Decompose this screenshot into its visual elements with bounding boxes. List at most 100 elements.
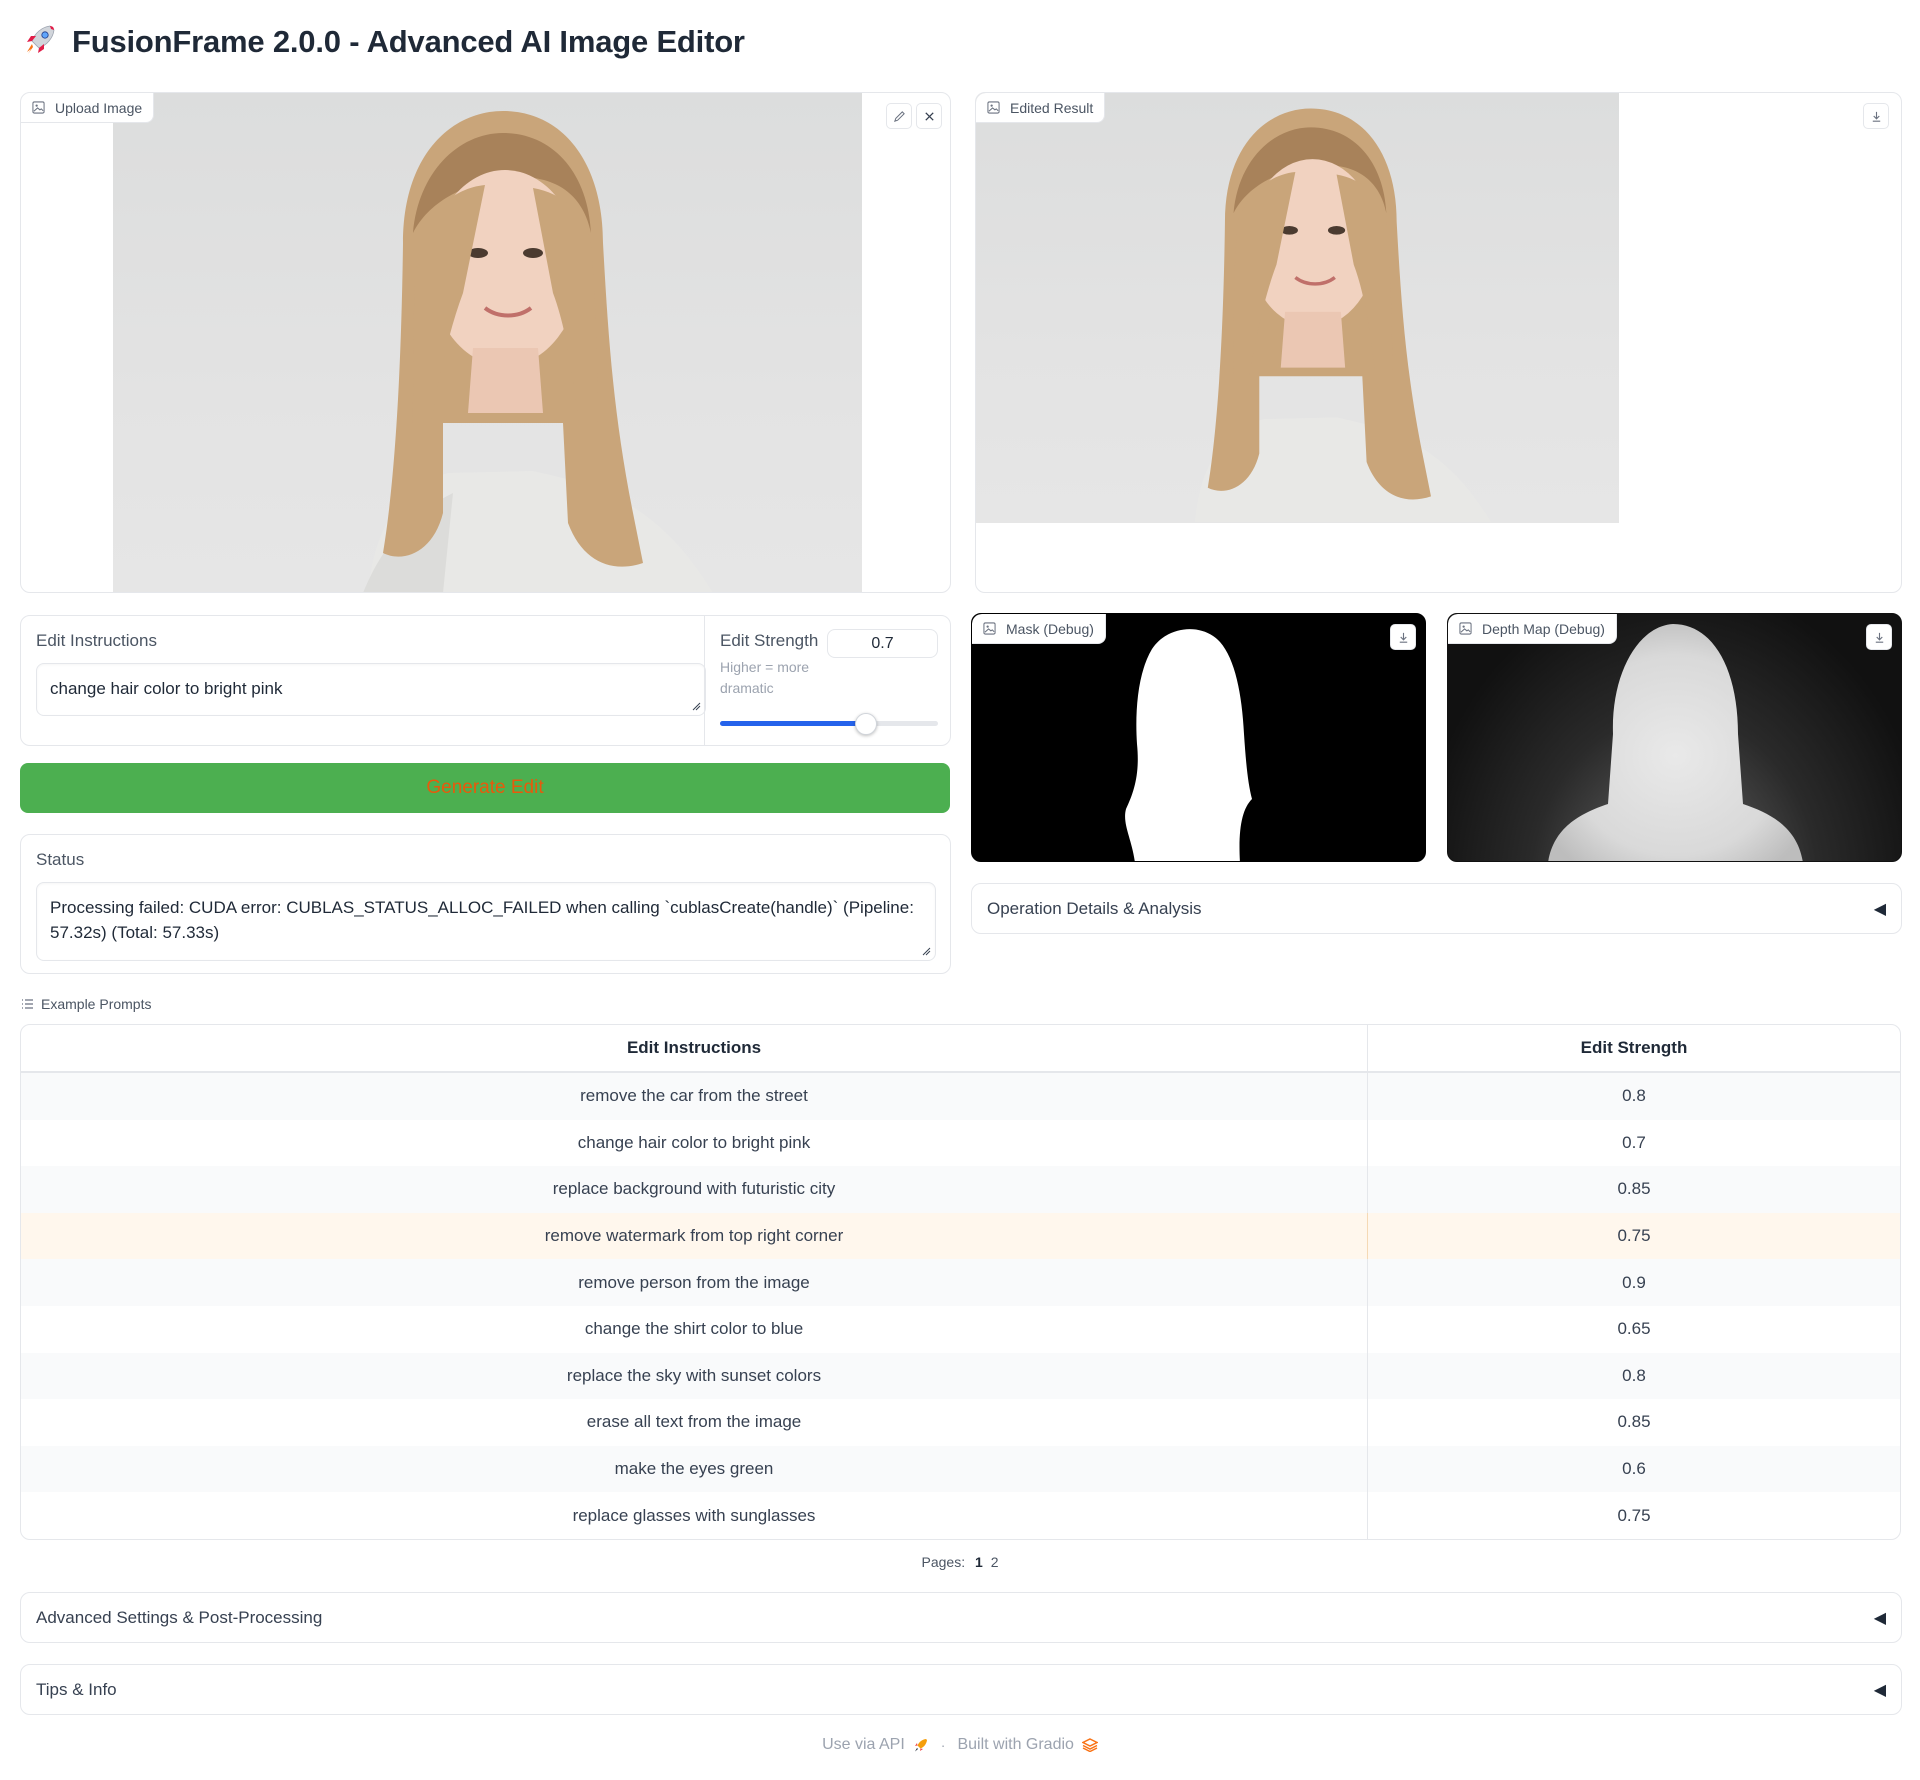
cell-strength[interactable]: 0.75: [1368, 1213, 1900, 1260]
tips-info-label: Tips & Info: [36, 1679, 117, 1699]
column-header-instructions[interactable]: Edit Instructions: [21, 1025, 1368, 1071]
edit-instructions-label: Edit Instructions: [36, 631, 157, 650]
tips-info-accordion[interactable]: Tips & Info ◀: [20, 1664, 1902, 1715]
cell-instruction[interactable]: remove person from the image: [21, 1259, 1368, 1306]
use-via-api-link[interactable]: Use via API: [822, 1736, 929, 1754]
cell-strength[interactable]: 0.8: [1368, 1073, 1900, 1120]
footer: Use via API · Built with Gradio: [0, 1736, 1920, 1754]
uploaded-photo: [113, 93, 862, 592]
table-row[interactable]: change hair color to bright pink 0.7: [21, 1119, 1900, 1167]
collapse-arrow-icon: ◀: [1873, 1609, 1886, 1627]
depth-map-image: [1548, 624, 1803, 861]
table-row[interactable]: replace the sky with sunset colors 0.8: [21, 1352, 1900, 1400]
cell-instruction[interactable]: remove watermark from top right corner: [21, 1212, 1368, 1260]
download-depth-map-button[interactable]: [1866, 624, 1892, 650]
gradio-logo-icon: [1081, 1738, 1098, 1752]
table-row[interactable]: remove watermark from top right corner 0.…: [21, 1212, 1900, 1260]
download-icon: [1875, 632, 1883, 643]
image-icon: [987, 101, 1000, 114]
image-icon: [1459, 622, 1472, 635]
cell-strength[interactable]: 0.8: [1368, 1353, 1900, 1400]
cell-instruction[interactable]: erase all text from the image: [21, 1399, 1368, 1446]
cell-strength[interactable]: 0.65: [1368, 1306, 1900, 1353]
cell-instruction[interactable]: replace background with futuristic city: [21, 1166, 1368, 1213]
edit-controls-panel: Edit Instructions change hair color to b…: [20, 615, 951, 746]
footer-separator: ·: [940, 1737, 946, 1753]
mask-debug-panel: Mask (Debug): [971, 613, 1426, 862]
status-textbox[interactable]: Processing failed: CUDA error: CUBLAS_ST…: [36, 882, 936, 961]
cell-instruction[interactable]: change the shirt color to blue: [21, 1305, 1368, 1353]
cell-strength[interactable]: 0.85: [1368, 1166, 1900, 1213]
pagination: Pages: 1 2: [0, 1554, 1920, 1570]
page-2-link[interactable]: 2: [991, 1554, 999, 1570]
clear-image-button[interactable]: [916, 103, 942, 129]
edit-strength-slider-thumb[interactable]: [855, 713, 877, 735]
download-result-button[interactable]: [1863, 103, 1889, 129]
mask-debug-label: Mask (Debug): [972, 614, 1106, 644]
pencil-icon: [893, 110, 905, 122]
cell-strength[interactable]: 0.7: [1368, 1120, 1900, 1167]
operation-details-accordion[interactable]: Operation Details & Analysis ◀: [971, 883, 1902, 934]
list-icon: [22, 999, 33, 1009]
example-prompts-table: Edit Instructions Edit Strength remove t…: [20, 1024, 1901, 1540]
table-row[interactable]: replace background with futuristic city 0…: [21, 1166, 1900, 1213]
table-body: remove the car from the street 0.8 change …: [21, 1073, 1900, 1539]
cell-instruction[interactable]: replace the sky with sunset colors: [21, 1352, 1368, 1400]
edited-result-label: Edited Result: [976, 93, 1106, 123]
app-header: FusionFrame 2.0.0 - Advanced AI Image Ed…: [22, 18, 745, 66]
edit-strength-hint: Higher = more dramatic: [720, 659, 810, 696]
advanced-settings-accordion[interactable]: Advanced Settings & Post-Processing ◀: [20, 1592, 1902, 1643]
edit-instructions-input[interactable]: change hair color to bright pink: [36, 663, 706, 716]
column-divider: [704, 616, 705, 745]
table-row[interactable]: remove the car from the street 0.8: [21, 1073, 1900, 1120]
table-header: Edit Instructions Edit Strength: [21, 1025, 1900, 1073]
built-with-gradio-link[interactable]: Built with Gradio: [957, 1736, 1098, 1754]
upload-image-panel[interactable]: Upload Image: [20, 92, 951, 593]
example-prompts-label: Example Prompts: [21, 996, 151, 1012]
depth-map-label: Depth Map (Debug): [1448, 614, 1617, 644]
cell-strength[interactable]: 0.9: [1368, 1259, 1900, 1306]
cell-instruction[interactable]: change hair color to bright pink: [21, 1119, 1368, 1167]
edit-strength-slider-fill: [720, 721, 866, 726]
table-row[interactable]: remove person from the image 0.9: [21, 1259, 1900, 1306]
table-row[interactable]: erase all text from the image 0.85: [21, 1399, 1900, 1446]
edited-result-panel: Edited Result: [975, 92, 1902, 593]
download-icon: [1872, 111, 1880, 122]
cell-instruction[interactable]: make the eyes green: [21, 1445, 1368, 1493]
advanced-settings-label: Advanced Settings & Post-Processing: [36, 1607, 323, 1627]
cell-strength[interactable]: 0.75: [1368, 1492, 1900, 1539]
status-label: Status: [36, 850, 85, 869]
download-mask-button[interactable]: [1390, 624, 1416, 650]
operation-details-label: Operation Details & Analysis: [987, 898, 1202, 918]
edit-image-button[interactable]: [886, 103, 912, 129]
column-header-strength[interactable]: Edit Strength: [1368, 1025, 1900, 1071]
page-1-link[interactable]: 1: [975, 1554, 983, 1570]
cell-instruction[interactable]: remove the car from the street: [21, 1073, 1368, 1120]
rocket-icon: [914, 1739, 927, 1752]
rocket-icon: [22, 22, 58, 63]
resize-handle-icon[interactable]: [692, 702, 701, 711]
edit-strength-label: Edit Strength: [720, 631, 819, 650]
generate-edit-button[interactable]: Generate Edit: [20, 763, 950, 813]
download-icon: [1399, 632, 1407, 643]
table-row[interactable]: make the eyes green 0.6: [21, 1445, 1900, 1493]
mask-image: [1125, 629, 1252, 861]
close-icon: [924, 111, 934, 121]
status-panel: Status Processing failed: CUDA error: CU…: [20, 834, 951, 974]
table-row[interactable]: replace glasses with sunglasses 0.75: [21, 1492, 1900, 1539]
table-row[interactable]: change the shirt color to blue 0.65: [21, 1305, 1900, 1353]
page-title: FusionFrame 2.0.0 - Advanced AI Image Ed…: [72, 24, 745, 59]
resize-handle-icon[interactable]: [922, 947, 931, 956]
image-icon: [32, 101, 45, 114]
pages-label: Pages:: [921, 1554, 966, 1570]
cell-instruction[interactable]: replace glasses with sunglasses: [21, 1492, 1368, 1539]
depth-map-debug-panel: Depth Map (Debug): [1447, 613, 1902, 862]
collapse-arrow-icon: ◀: [1873, 1681, 1886, 1699]
image-icon: [983, 622, 996, 635]
upload-image-label: Upload Image: [21, 93, 155, 123]
cell-strength[interactable]: 0.6: [1368, 1446, 1900, 1493]
edited-photo: [976, 93, 1619, 523]
collapse-arrow-icon: ◀: [1873, 900, 1886, 918]
edit-strength-number[interactable]: 0.7: [827, 629, 938, 658]
cell-strength[interactable]: 0.85: [1368, 1399, 1900, 1446]
